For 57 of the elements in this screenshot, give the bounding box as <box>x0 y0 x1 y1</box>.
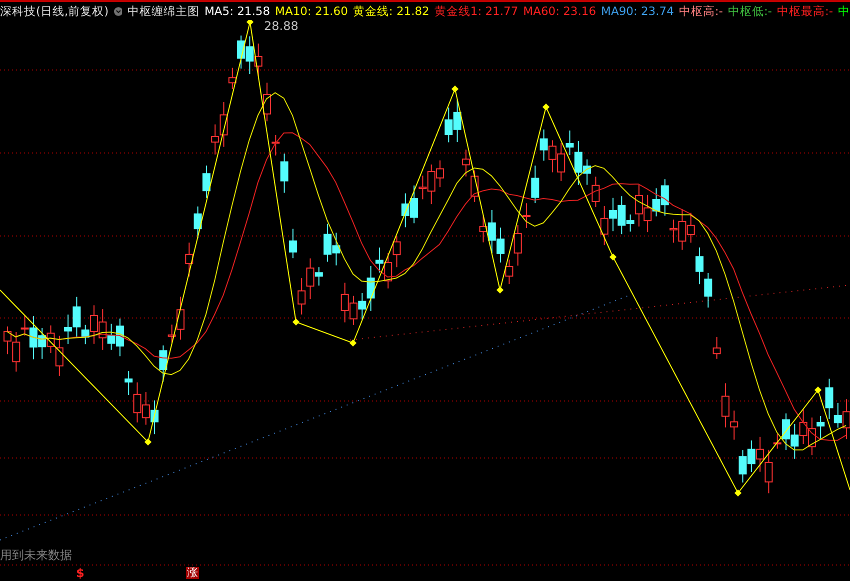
candlestick <box>64 314 72 344</box>
candlestick <box>592 176 600 208</box>
candlestick <box>738 450 747 484</box>
legend-item: 黄金线1: 21.77 <box>434 4 518 18</box>
candlestick <box>747 440 756 472</box>
legend-item: MA60: 23.16 <box>523 4 596 18</box>
legend-item: 黄金线: 21.82 <box>352 4 430 18</box>
stock-title: 深科技(日线,前复权) <box>0 4 109 18</box>
signal-marker: $ <box>76 566 84 580</box>
candlestick <box>470 170 479 202</box>
candlestick <box>600 206 608 246</box>
legend-item: 中枢高:- <box>678 4 723 18</box>
legend-item: MA90: 23.74 <box>601 4 674 18</box>
candlestick <box>116 318 124 357</box>
candlestick <box>462 149 470 177</box>
candlestick <box>392 236 401 268</box>
legend-item: 中枢最高:- <box>776 4 833 18</box>
candlestick <box>686 212 695 244</box>
candlestick <box>202 165 210 198</box>
candlestick <box>38 328 46 360</box>
candlestick <box>185 242 194 278</box>
candlestick <box>540 129 548 162</box>
candlestick <box>652 188 660 217</box>
candlestick <box>444 107 453 143</box>
rise-badge: 涨 <box>186 567 199 579</box>
candlestick <box>548 140 556 173</box>
candlestick <box>194 206 202 239</box>
candlestick <box>142 392 150 426</box>
candlestick <box>150 400 159 435</box>
candlestick <box>298 278 306 315</box>
warning-note: 用到未来数据 <box>0 547 72 564</box>
candlestick <box>46 324 55 354</box>
legend-item: MA10: 21.60 <box>275 4 348 18</box>
candlestick <box>246 36 254 75</box>
candlestick <box>324 223 332 262</box>
candlestick <box>384 252 392 289</box>
candlestick <box>254 43 262 76</box>
candlestick <box>55 335 64 376</box>
candlestick <box>340 282 349 323</box>
candlestick <box>756 436 764 472</box>
candlestick <box>453 99 462 142</box>
candlestick <box>332 232 340 266</box>
legend-item: MA5: 21.58 <box>204 4 270 18</box>
legend-item: 中 <box>838 4 850 18</box>
indicator-name: 中枢缠绵主图 <box>127 4 200 18</box>
candlestick <box>712 336 721 360</box>
candlestick <box>660 178 669 216</box>
candlestick <box>401 192 410 228</box>
candlestick <box>799 408 808 445</box>
candlestick <box>704 272 712 308</box>
peak-price-label: 28.88 <box>264 20 298 33</box>
candlestick <box>790 423 799 460</box>
candlestick <box>644 194 652 233</box>
candlestick <box>263 82 271 122</box>
dropdown-icon[interactable] <box>114 4 122 18</box>
candlestick <box>288 228 297 259</box>
legend-item: 中枢低:- <box>728 4 772 18</box>
